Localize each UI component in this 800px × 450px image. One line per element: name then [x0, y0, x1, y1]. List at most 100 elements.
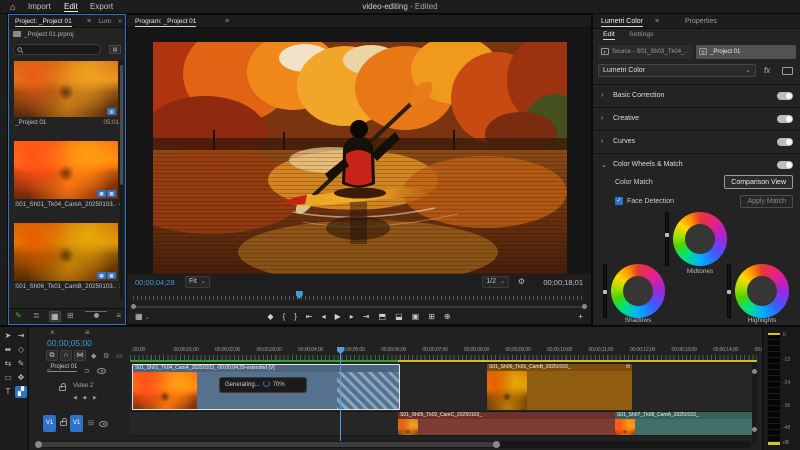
tab-properties[interactable]: Properties	[685, 18, 717, 25]
search-input[interactable]	[13, 44, 101, 55]
tab-project[interactable]: Project: _Project 01	[15, 18, 72, 27]
keyframe-add-icon[interactable]: ◆	[83, 395, 87, 401]
mark-out-icon[interactable]: }	[294, 312, 297, 321]
goto-in-icon[interactable]: ⇤	[306, 312, 313, 321]
footer-menu-icon[interactable]: ≡	[116, 311, 121, 320]
timeline-timecode[interactable]: 00;00;05;00	[47, 338, 92, 348]
keyframe-prev-icon[interactable]: ◀	[73, 395, 77, 401]
program-zoom-scrollbar[interactable]	[131, 304, 587, 309]
add-button-icon[interactable]: +	[578, 312, 583, 321]
project-item-sequence[interactable]: ▥ _Project 0105:01	[14, 61, 120, 126]
extract-icon[interactable]: ⬓	[395, 312, 403, 321]
export-frame-icon[interactable]: ▣	[412, 312, 420, 321]
panel-menu-icon[interactable]: ≡	[225, 18, 229, 25]
monitor-settings-wrench-icon[interactable]: ⚙	[518, 277, 525, 286]
track-v2-lane[interactable]: S01_Sh01_Tk04_CamA_20250103_-00;00;04;29…	[130, 364, 757, 412]
section-toggle[interactable]	[777, 138, 793, 146]
lift-icon[interactable]: ⬒	[379, 312, 387, 321]
zoom-level-dropdown[interactable]: Fit⌄	[185, 276, 210, 288]
track-select-tool[interactable]: ⇥	[15, 330, 27, 342]
chevron-right-icon[interactable]: ›	[601, 115, 603, 122]
pencil-icon[interactable]: ✎	[15, 311, 22, 320]
program-current-timecode[interactable]: 00;00;04;28	[135, 278, 175, 287]
generative-extend-tool[interactable]: ▞	[15, 386, 27, 398]
ripple-edit-tool[interactable]: ⬌	[2, 344, 14, 356]
button-editor-icon[interactable]: ▦ ⌄	[135, 312, 150, 321]
program-video-frame[interactable]	[153, 42, 567, 274]
comparison-view-button[interactable]: Comparison View	[724, 175, 793, 189]
keyframe-next-icon[interactable]: ▶	[93, 395, 97, 401]
program-scrubber[interactable]	[133, 292, 585, 300]
shadows-color-wheel[interactable]	[611, 264, 665, 318]
midtones-luma-slider[interactable]	[665, 212, 669, 266]
thumbnail-zoom-slider[interactable]	[85, 311, 107, 312]
nest-toggle-icon[interactable]: ⧉	[46, 350, 58, 361]
snap-toggle-icon[interactable]: ∩	[60, 350, 72, 361]
captions-icon[interactable]: ▭	[116, 352, 123, 360]
close-icon[interactable]: ×	[50, 328, 55, 337]
section-basic-correction[interactable]: › Basic Correction	[593, 84, 800, 106]
scroll-handle-bottom[interactable]	[752, 427, 757, 432]
add-marker-icon[interactable]: ◆	[91, 352, 96, 360]
clip-cama2[interactable]: S01_Sh07_Tk08_CamA_20250103_	[615, 412, 757, 435]
panel-menu-icon[interactable]: ≡	[87, 18, 91, 25]
track-target-v1-button[interactable]: V1	[70, 415, 83, 432]
track-lock-icon[interactable]	[59, 386, 66, 391]
type-tool[interactable]: T	[2, 386, 14, 398]
hand-tool[interactable]: ✥	[15, 372, 27, 384]
highlights-luma-slider[interactable]	[727, 264, 731, 318]
section-color-wheels[interactable]: ⌄ Color Wheels & Match	[593, 153, 800, 175]
effect-dropdown[interactable]: Lumetri Color⌄	[598, 64, 756, 77]
scroll-handle-right[interactable]	[582, 304, 587, 309]
mark-in-icon[interactable]: {	[283, 312, 286, 321]
track-v1-lane[interactable]: S01_Sh05_Tk02_CamC_20250103_ S01_Sh07_Tk…	[130, 412, 757, 436]
step-forward-icon[interactable]: ▸	[350, 312, 354, 321]
project-item-clip2[interactable]: ▦▦ S01_Sh06_Tk01_CamB_20250103..2;18	[14, 223, 120, 290]
tab-program[interactable]: Program: _Project 01	[135, 18, 196, 27]
tab-lumetri-stacked[interactable]: Lum	[98, 18, 111, 25]
panel-menu-icon[interactable]: ≡	[85, 328, 90, 337]
step-back-icon[interactable]: ◂	[322, 312, 326, 321]
razor-tool[interactable]: ◇	[15, 344, 27, 356]
icon-view-icon[interactable]: ▦	[49, 311, 61, 322]
project-scrollbar[interactable]	[120, 61, 123, 299]
subtab-settings[interactable]: Settings	[629, 31, 654, 38]
timeline-playhead[interactable]	[340, 347, 341, 448]
track-output-eye-icon[interactable]	[97, 368, 106, 374]
source-clip-button[interactable]: ▸Source - S01_Sh03_Tk04_..	[598, 45, 693, 59]
project-item-clip1[interactable]: ▦▦ S01_Sh01_Tk04_CamA_20250103..4;29	[14, 141, 120, 208]
section-creative[interactable]: › Creative	[593, 107, 800, 129]
timeline-ruler[interactable]: ;00;0000;00;01;0000;00;02;0000;00;03;000…	[130, 347, 757, 360]
section-toggle[interactable]	[777, 161, 793, 169]
shadows-luma-slider[interactable]	[603, 264, 607, 318]
list-view-icon[interactable]: ≣	[33, 311, 40, 320]
project-file-row[interactable]: _Project 01.prproj	[13, 31, 74, 38]
source-patch-v1-button[interactable]: V1	[43, 415, 56, 432]
apply-match-button[interactable]: Apply Match	[740, 195, 793, 208]
track-mute-icon[interactable]: ⊟	[88, 419, 94, 427]
track-output-eye-icon[interactable]	[99, 421, 108, 427]
clip-camc[interactable]: S01_Sh05_Tk02_CamC_20250103_	[398, 412, 615, 435]
vertical-scrollbar[interactable]	[752, 363, 757, 443]
scroll-handle-top[interactable]	[752, 369, 757, 374]
snapshot-icon[interactable]	[782, 67, 793, 75]
proxy-toggle-icon[interactable]: ⊕	[444, 312, 451, 321]
overflow-chevron-icon[interactable]: »	[118, 18, 122, 25]
sequence-clip-button[interactable]: ▥_Project 01	[696, 45, 796, 59]
track-lock-icon[interactable]	[60, 421, 67, 426]
section-toggle[interactable]	[777, 115, 793, 123]
tab-lumetri-color[interactable]: Lumetri Color	[601, 18, 643, 27]
playback-resolution-dropdown[interactable]: 1/2⌄	[482, 276, 509, 288]
chevron-right-icon[interactable]: ›	[601, 138, 603, 145]
media-filter-icon[interactable]: ▤	[109, 45, 121, 54]
scroll-handle-left[interactable]	[35, 441, 42, 448]
chevron-right-icon[interactable]: ›	[601, 92, 603, 99]
collapsed-panel-strip[interactable]	[0, 14, 8, 325]
panel-menu-icon[interactable]: ≡	[655, 18, 659, 25]
scroll-handle-right[interactable]	[493, 441, 500, 448]
section-toggle[interactable]	[777, 92, 793, 100]
clip-camb[interactable]: S01_Sh06_Tk01_CamB_20250103_ fx	[487, 364, 632, 410]
pen-tool[interactable]: ✎	[15, 358, 27, 370]
fx-icon[interactable]: fx	[764, 66, 770, 75]
play-icon[interactable]: ▶	[335, 312, 341, 321]
